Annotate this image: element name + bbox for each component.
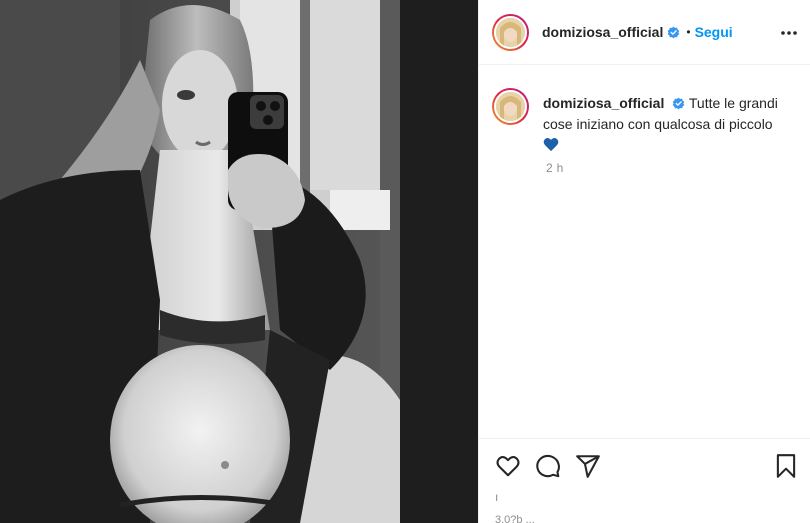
post-side-panel: domiziosa_official • Segui domiziosa_off… bbox=[478, 0, 810, 523]
header-avatar[interactable] bbox=[492, 13, 529, 51]
likes-count[interactable]: ı bbox=[495, 490, 498, 504]
views-count: 3.0?b ... bbox=[495, 514, 535, 523]
follow-button[interactable]: Segui bbox=[695, 24, 733, 40]
caption-text: domiziosa_official Tutte le grandi cose … bbox=[543, 93, 793, 156]
pregnancy-selfie-image bbox=[0, 0, 478, 523]
caption-avatar-image bbox=[494, 90, 527, 123]
post-photo[interactable] bbox=[0, 0, 478, 523]
direct-share-icon[interactable] bbox=[575, 453, 601, 479]
bookmark-icon[interactable] bbox=[773, 453, 799, 479]
post-caption: domiziosa_official Tutte le grandi cose … bbox=[492, 88, 798, 156]
more-options-icon[interactable] bbox=[779, 24, 799, 42]
avatar-image bbox=[494, 15, 527, 49]
action-bar bbox=[479, 438, 810, 490]
verified-badge-icon bbox=[672, 97, 685, 110]
caption-username[interactable]: domiziosa_official bbox=[543, 95, 664, 111]
post-timestamp[interactable]: 2 h bbox=[546, 161, 564, 175]
header-separator: • bbox=[686, 25, 691, 39]
blue-heart-icon bbox=[543, 137, 559, 152]
comment-icon[interactable] bbox=[535, 453, 561, 479]
verified-badge-icon bbox=[668, 26, 680, 38]
header-username[interactable]: domiziosa_official bbox=[542, 24, 663, 40]
post-header: domiziosa_official • Segui bbox=[479, 0, 810, 65]
avatar-portrait-icon bbox=[496, 17, 525, 47]
heart-outline-icon[interactable] bbox=[495, 453, 521, 479]
avatar-portrait-icon bbox=[496, 92, 525, 121]
instagram-post: domiziosa_official • Segui domiziosa_off… bbox=[0, 0, 810, 523]
caption-avatar[interactable] bbox=[492, 88, 529, 125]
